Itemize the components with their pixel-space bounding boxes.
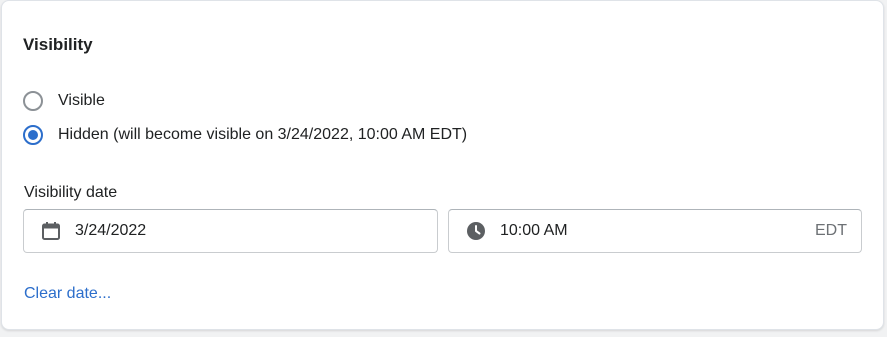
visible-radio-label[interactable]: Visible — [58, 92, 105, 110]
date-input[interactable]: 3/24/2022 — [23, 209, 438, 253]
visible-radio-option[interactable]: Visible — [23, 91, 105, 111]
hidden-radio-option[interactable]: Hidden (will become visible on 3/24/2022… — [23, 125, 467, 145]
time-input[interactable]: 10:00 AM EDT — [448, 209, 862, 253]
section-title: Visibility — [23, 35, 93, 54]
clear-date-link[interactable]: Clear date... — [24, 285, 111, 303]
time-value[interactable]: 10:00 AM — [500, 222, 815, 240]
visible-radio[interactable] — [23, 91, 43, 111]
clock-icon — [466, 221, 486, 241]
date-value[interactable]: 3/24/2022 — [75, 222, 437, 240]
visibility-date-label: Visibility date — [24, 184, 118, 201]
hidden-radio-label[interactable]: Hidden (will become visible on 3/24/2022… — [58, 126, 467, 144]
timezone-suffix: EDT — [815, 222, 847, 239]
visibility-card: Visibility Visible Hidden (will become v… — [1, 0, 884, 330]
calendar-icon — [41, 221, 61, 241]
hidden-radio[interactable] — [23, 125, 43, 145]
